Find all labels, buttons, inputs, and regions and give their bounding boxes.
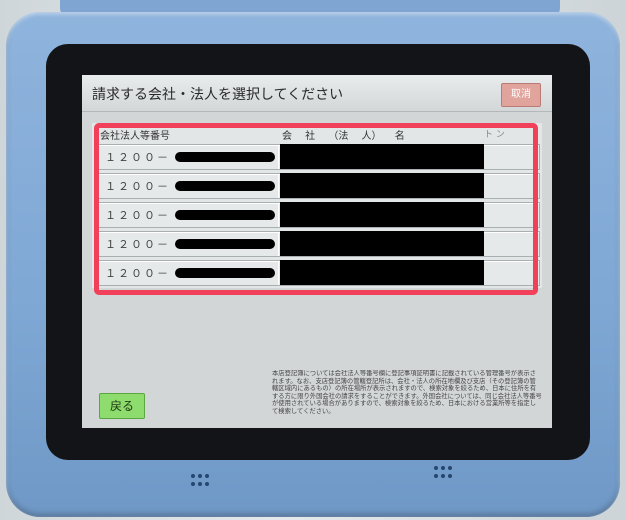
- speaker-grille-right: [434, 466, 456, 480]
- cancel-button[interactable]: 取消: [501, 83, 541, 107]
- notice-text: 本店登記簿については会社法人等番号欄に登記事項証明書に記載されている管理番号が表…: [272, 370, 542, 415]
- back-button[interactable]: 戻る: [99, 393, 145, 419]
- speaker-grille-left: [191, 474, 213, 488]
- title-bar: 請求する会社・法人を選択してください 取消: [82, 75, 552, 112]
- page-title: 請求する会社・法人を選択してください: [92, 87, 344, 103]
- selection-highlight-box: [94, 123, 538, 295]
